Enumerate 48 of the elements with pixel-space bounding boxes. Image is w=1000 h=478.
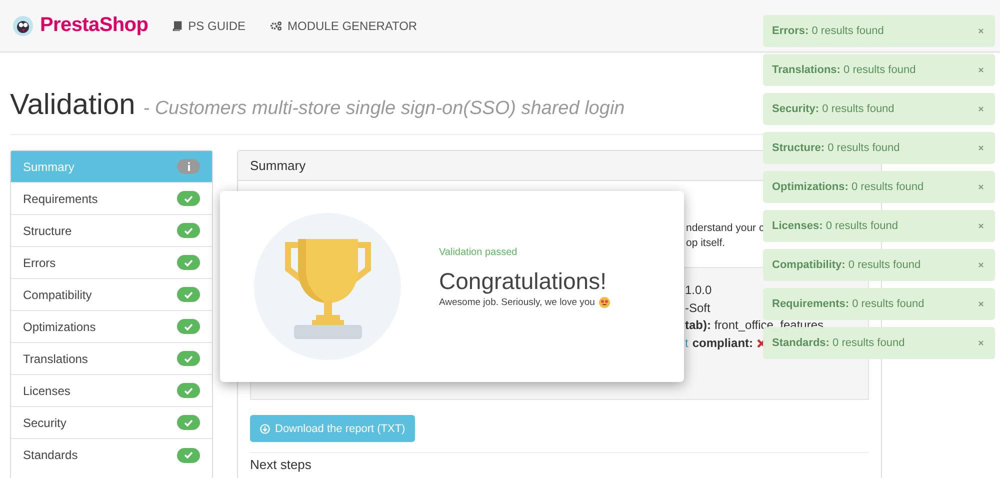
intro-text: nderstand your c	[686, 221, 764, 236]
gears-icon	[270, 20, 282, 30]
check-icon	[184, 226, 193, 234]
toast-message: Structure: 0 results found	[772, 142, 900, 154]
dialog-heading: Congratulations!	[439, 268, 608, 295]
check-icon	[184, 386, 193, 394]
page-subtitle: - Customers multi-store single sign-on(SSO) shared login	[143, 98, 625, 120]
book-icon	[172, 20, 182, 30]
brand-name: PrestaShop	[40, 14, 148, 37]
check-icon	[184, 258, 193, 266]
check-icon	[184, 451, 193, 459]
close-button[interactable]	[976, 26, 986, 36]
dialog-message: Awesome job. Seriously, we love you	[439, 297, 595, 308]
nav-link[interactable]: PS GUIDE	[172, 18, 246, 32]
status-text: Validation passed	[439, 247, 518, 258]
toast-message: Compatibility: 0 results found	[772, 259, 921, 271]
check-icon	[184, 290, 193, 298]
close-button[interactable]	[976, 260, 986, 270]
detail-text: -Soft	[685, 300, 710, 316]
section-heading: Next steps	[250, 457, 312, 472]
toast-message: Optimizations: 0 results found	[772, 181, 924, 193]
close-button[interactable]	[976, 104, 986, 114]
detail-text: tab): front_office_features	[685, 317, 824, 334]
heart-eyes-emoji-icon	[598, 297, 610, 308]
check-icon	[184, 354, 193, 362]
toast-message: Requirements: 0 results found	[772, 298, 924, 310]
close-button[interactable]	[976, 143, 986, 153]
download-icon	[260, 424, 270, 434]
check-icon	[184, 194, 193, 202]
detail-text: compliant:	[692, 334, 754, 352]
close-button[interactable]	[976, 182, 986, 192]
check-icon	[184, 418, 193, 426]
toast-message: Errors: 0 results found	[772, 25, 884, 37]
toast-message: Translations: 0 results found	[772, 64, 916, 76]
check-icon	[184, 322, 193, 330]
toast-message: Licenses: 0 results found	[772, 220, 898, 232]
intro-text: op itself.	[686, 236, 726, 251]
close-button[interactable]	[976, 299, 986, 309]
close-button[interactable]	[976, 65, 986, 75]
nav-link[interactable]: MODULE GENERATOR	[270, 18, 418, 32]
toast-message: Standards: 0 results found	[772, 337, 905, 349]
logo-icon	[12, 14, 34, 36]
page-title: Validation	[10, 89, 136, 122]
info-icon	[186, 162, 190, 171]
close-button[interactable]	[976, 338, 986, 348]
detail-text: 1.0.0	[685, 282, 712, 299]
close-button[interactable]	[976, 221, 986, 231]
toast-message: Security: 0 results found	[772, 103, 894, 115]
